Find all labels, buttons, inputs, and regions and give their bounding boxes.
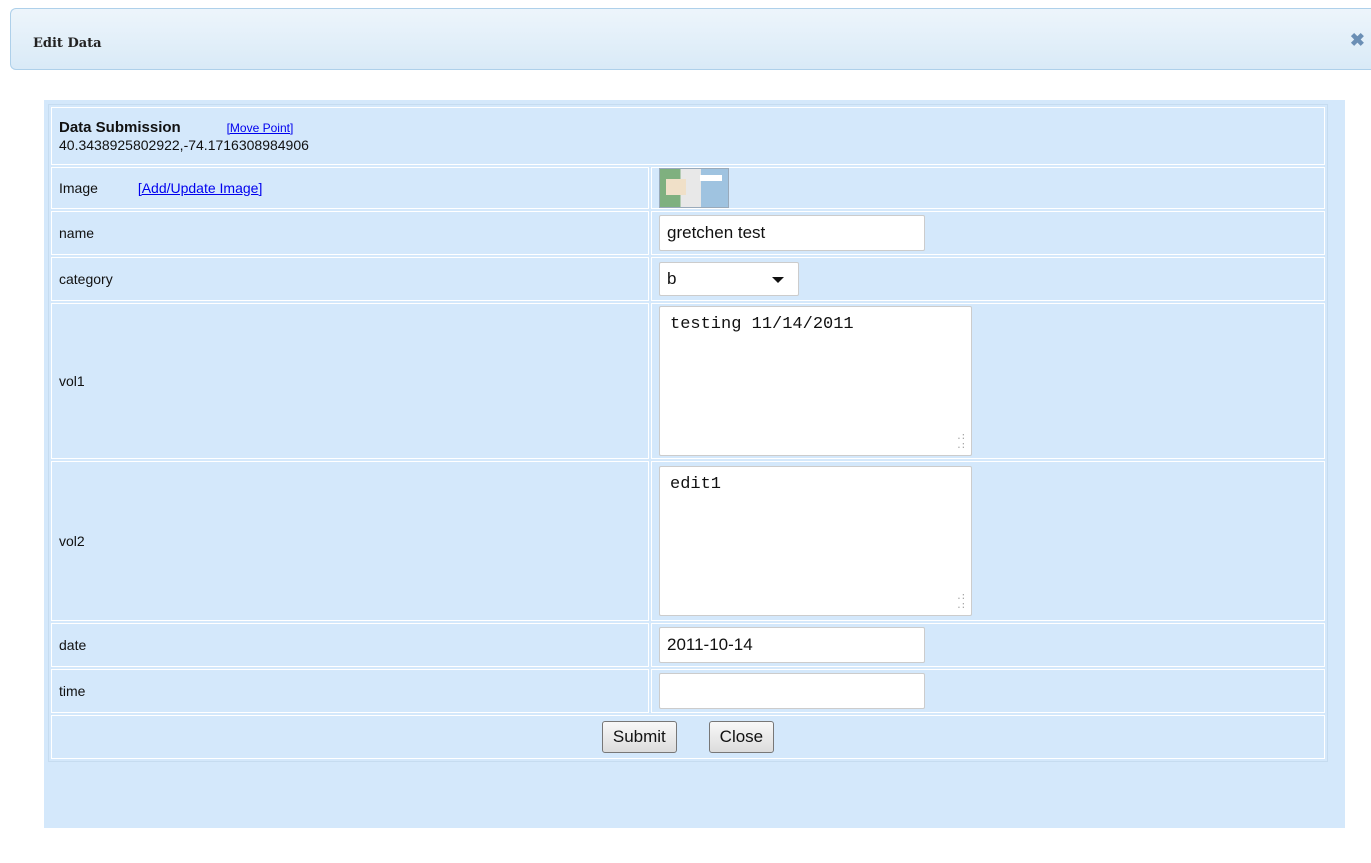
data-form-table: Data Submission [Move Point] 40.34389258… <box>48 104 1328 762</box>
button-cell: Submit Close <box>51 715 1325 759</box>
image-label-cell: Image [Add/Update Image] <box>51 167 649 209</box>
vol1-textarea[interactable]: testing 11/14/2011 .:.: <box>659 306 972 456</box>
edit-data-dialog: Edit Data ✖ Data Submission [Move Point]… <box>0 0 1371 863</box>
image-row: Image [Add/Update Image] <box>51 167 1325 209</box>
vol1-text: testing 11/14/2011 <box>670 315 854 334</box>
time-row: time <box>51 669 1325 713</box>
date-row: date <box>51 623 1325 667</box>
vol1-row: vol1 testing 11/14/2011 .:.: <box>51 303 1325 459</box>
name-label: name <box>51 211 649 255</box>
date-input[interactable] <box>659 627 925 663</box>
form-title: Data Submission <box>59 119 181 136</box>
image-thumbnail[interactable] <box>659 168 729 208</box>
time-input[interactable] <box>659 673 925 709</box>
name-value-cell <box>651 211 1325 255</box>
category-value-cell: b <box>651 257 1325 301</box>
image-label: Image <box>59 180 98 196</box>
dialog-titlebar[interactable]: Edit Data ✖ <box>10 8 1371 70</box>
vol2-text: edit1 <box>670 475 722 494</box>
vol1-value-cell: testing 11/14/2011 .:.: <box>651 303 1325 459</box>
submit-button[interactable]: Submit <box>601 721 677 753</box>
vol2-row: vol2 edit1 .:.: <box>51 461 1325 621</box>
form-panel: Data Submission [Move Point] 40.34389258… <box>44 100 1345 828</box>
name-row: name <box>51 211 1325 255</box>
form-header-row: Data Submission [Move Point] 40.34389258… <box>51 107 1325 165</box>
coordinates-text: 40.3438925802922,-74.1716308984906 <box>59 137 309 153</box>
close-button[interactable]: Close <box>708 721 775 753</box>
vol1-label: vol1 <box>51 303 649 459</box>
move-point-link[interactable]: [Move Point] <box>227 121 294 135</box>
time-label: time <box>51 669 649 713</box>
button-row: Submit Close <box>51 715 1325 759</box>
date-value-cell <box>651 623 1325 667</box>
category-selected-value: b <box>667 269 677 288</box>
close-icon[interactable]: ✖ <box>1350 31 1365 49</box>
time-value-cell <box>651 669 1325 713</box>
add-update-image-link[interactable]: [Add/Update Image] <box>138 180 263 196</box>
vol2-textarea[interactable]: edit1 .:.: <box>659 466 972 616</box>
vol2-value-cell: edit1 .:.: <box>651 461 1325 621</box>
category-select[interactable]: b <box>659 262 799 296</box>
category-label: category <box>51 257 649 301</box>
resize-grip-icon[interactable]: .:.: <box>956 593 966 611</box>
name-input[interactable] <box>659 215 925 251</box>
image-value-cell <box>651 167 1325 209</box>
form-header-cell: Data Submission [Move Point] 40.34389258… <box>51 107 1325 165</box>
resize-grip-icon[interactable]: .:.: <box>956 433 966 451</box>
category-row: category b <box>51 257 1325 301</box>
dialog-title: Edit Data <box>33 36 102 51</box>
vol2-label: vol2 <box>51 461 649 621</box>
chevron-down-icon <box>772 277 784 283</box>
date-label: date <box>51 623 649 667</box>
